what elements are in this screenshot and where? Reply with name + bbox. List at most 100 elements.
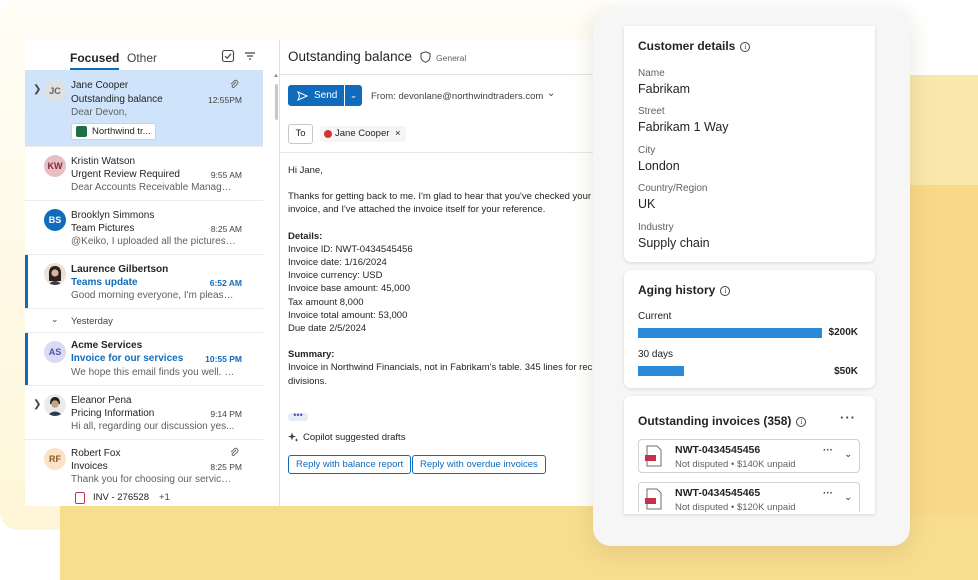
more-options-icon[interactable]: ···	[823, 445, 833, 456]
details-heading: Details:	[288, 230, 323, 242]
field-label: Name	[638, 68, 665, 79]
attachment-chip[interactable]: Northwind tr...	[71, 123, 156, 140]
presence-icon	[324, 130, 332, 138]
message-time: 6:52 AM	[209, 278, 242, 288]
to-button[interactable]: To	[288, 124, 313, 144]
aging-bar	[638, 366, 684, 376]
attachment-icon	[230, 79, 239, 88]
aging-label: 30 days	[638, 349, 674, 360]
message-preview: Thank you for choosing our services....	[71, 474, 236, 485]
group-label: Yesterday	[71, 316, 113, 327]
chevron-down-icon[interactable]: ⌄	[844, 492, 852, 503]
tab-focused[interactable]: Focused	[70, 51, 120, 70]
field-label: Country/Region	[638, 183, 708, 194]
field-label: City	[638, 145, 656, 156]
invoice-status: Not disputed • $120K unpaid	[675, 502, 796, 513]
pdf-icon	[75, 492, 85, 504]
field-label: Street	[638, 106, 665, 117]
info-icon[interactable]: i	[796, 417, 807, 427]
invoice-item[interactable]: NWT-0434545456 Not disputed • $140K unpa…	[638, 439, 860, 473]
scroll-thumb[interactable]	[275, 84, 278, 120]
card-title: Outstanding invoices (358) i	[638, 414, 807, 428]
field-value: London	[638, 159, 680, 173]
message-subject: Invoice for our services	[71, 353, 184, 364]
group-header-yesterday[interactable]: ⌄ Yesterday	[25, 309, 263, 333]
send-button[interactable]: Send	[288, 85, 344, 106]
avatar: KW	[44, 155, 66, 177]
aging-bar	[638, 328, 822, 338]
recipient-pill[interactable]: Jane Cooper ×	[320, 126, 406, 142]
message-subject: Pricing Information	[71, 408, 155, 419]
message-subject: Invoices	[71, 461, 108, 472]
list-item[interactable]: Laurence Gilbertson Teams update 6:52 AM…	[25, 255, 263, 309]
reply-balance-report-button[interactable]: Reply with balance report	[288, 455, 412, 474]
chevron-down-icon[interactable]: ⌄	[844, 449, 852, 460]
field-value: Supply chain	[638, 236, 710, 250]
attachment-chip[interactable]: INV - 276528	[71, 490, 153, 506]
reply-overdue-invoices-button[interactable]: Reply with overdue invoices	[412, 455, 546, 474]
card-title: Customer details i	[638, 39, 751, 53]
background-band	[905, 185, 978, 515]
body-line: divisions.	[288, 375, 328, 387]
body-line: Invoice in Northwind Financials, not in …	[288, 362, 601, 374]
info-icon[interactable]: i	[720, 286, 731, 296]
divider	[280, 152, 634, 153]
sensitivity-label[interactable]: General	[436, 53, 466, 63]
list-item[interactable]: AS Acme Services Invoice for our service…	[25, 333, 263, 386]
send-options-button[interactable]: ⌄	[345, 85, 362, 106]
shield-icon	[420, 51, 431, 63]
list-item[interactable]: ❯ Eleanor Pena Pricing Information 9:14 …	[25, 386, 263, 440]
avatar: BS	[44, 209, 66, 231]
expand-more-button[interactable]: •••	[288, 411, 308, 421]
tab-other[interactable]: Other	[127, 51, 157, 65]
sender-name: Acme Services	[71, 340, 143, 351]
aging-label: Current	[638, 311, 672, 322]
from-field[interactable]: From: devonlane@northwindtraders.com	[371, 91, 543, 102]
send-label: Send	[314, 90, 338, 101]
detail-line: Invoice base amount: 45,000	[288, 283, 411, 295]
greeting: Hi Jane,	[288, 165, 323, 176]
more-options-icon[interactable]: ···	[840, 410, 856, 425]
copilot-drafts-label: Copilot suggested drafts	[288, 432, 405, 443]
email-body[interactable]: Hi Jane, Thanks for getting back to me. …	[288, 164, 633, 388]
body-line: Thanks for getting back to me. I'm glad …	[288, 191, 597, 203]
more-options-icon[interactable]: ···	[823, 488, 833, 499]
message-preview: @Keiko, I uploaded all the pictures fr..…	[71, 236, 236, 247]
list-item[interactable]: KW Kristin Watson Urgent Review Required…	[25, 147, 263, 201]
message-time: 8:25 PM	[210, 462, 242, 472]
attachment-name: Northwind tr...	[92, 126, 151, 137]
sender-name: Eleanor Pena	[71, 395, 132, 406]
body-line: invoice, and I've attached the invoice i…	[288, 204, 546, 216]
list-item[interactable]: RF Robert Fox Invoices 8:25 PM Thank you…	[25, 440, 263, 506]
sender-name: Kristin Watson	[71, 156, 136, 167]
avatar-photo	[44, 263, 66, 285]
scroll-up-icon[interactable]: ▲	[273, 73, 279, 79]
sender-name: Laurence Gilbertson	[71, 264, 169, 275]
pdf-icon	[645, 445, 662, 467]
chevron-down-icon[interactable]: ⌄	[51, 314, 59, 325]
list-item[interactable]: ❯ JC Jane Cooper Outstanding balance 12:…	[25, 70, 263, 147]
invoice-id: NWT-0434545465	[675, 487, 761, 499]
chevron-right-icon[interactable]: ❯	[33, 84, 41, 95]
sparkle-icon	[288, 432, 299, 442]
invoice-id: NWT-0434545456	[675, 444, 761, 456]
detail-line: Due date 2/5/2024	[288, 323, 367, 335]
pdf-icon	[645, 488, 662, 510]
message-preview: Dear Devon,	[71, 107, 128, 118]
aging-value: $200K	[828, 327, 858, 338]
invoice-item[interactable]: NWT-0434545465 Not disputed • $120K unpa…	[638, 482, 860, 513]
avatar: RF	[44, 448, 66, 470]
detail-line: Invoice date: 1/16/2024	[288, 257, 387, 269]
outstanding-invoices-card: Outstanding invoices (358) i ··· NWT-0434…	[624, 396, 875, 514]
list-item[interactable]: BS Brooklyn Simmons Team Pictures 8:25 A…	[25, 201, 263, 255]
remove-recipient-icon[interactable]: ×	[395, 128, 401, 139]
aging-history-card: Aging history i Current $200K 30 days $50…	[624, 270, 875, 388]
chevron-down-icon[interactable]: ⌄	[547, 88, 555, 99]
more-attachments-count[interactable]: +1	[159, 492, 170, 503]
customer-details-card: Customer details i Name Fabrikam Street F…	[624, 26, 875, 262]
chevron-right-icon[interactable]: ❯	[33, 399, 41, 410]
info-icon[interactable]: i	[740, 42, 751, 52]
select-all-icon[interactable]	[221, 49, 235, 63]
list-scrollbar[interactable]: ▲	[273, 70, 279, 506]
filter-icon[interactable]	[243, 49, 257, 63]
